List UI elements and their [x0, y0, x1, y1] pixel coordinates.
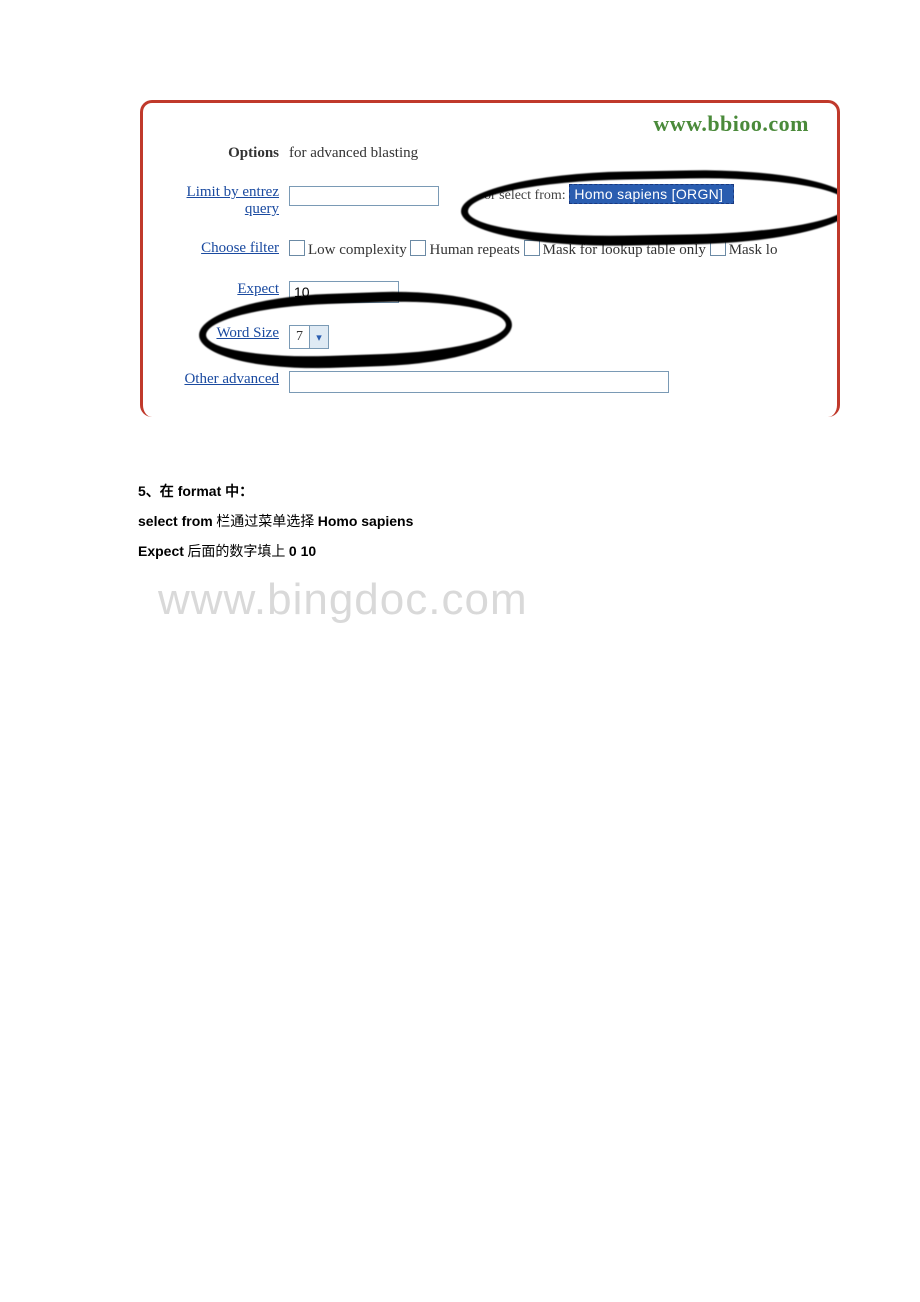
other-advanced-label: Other advanced [157, 371, 289, 388]
select-from-dropdown[interactable]: Homo sapiens [ORGN] [569, 184, 734, 204]
instr1-suffix: 中： [221, 483, 253, 499]
instructions-block: 5、在 format 中： select from 栏通过菜单选择 Homo s… [138, 477, 838, 567]
other-advanced-body [289, 371, 827, 393]
mask-lo-checkbox[interactable] [710, 240, 726, 256]
other-advanced-input[interactable] [289, 371, 669, 393]
limit-entrez-label: Limit by entrez query [157, 184, 289, 218]
options-header: Options [157, 145, 289, 162]
instr1-prefix: 5、在 [138, 483, 178, 499]
wordsize-link[interactable]: Word Size [216, 325, 279, 341]
limit-entrez-link[interactable]: Limit by entrez query [187, 184, 279, 217]
wordsize-value: 7 [290, 329, 309, 345]
instruction-line-1: 5、在 format 中： [138, 477, 838, 507]
mask-lookup-checkbox[interactable] [524, 240, 540, 256]
wordsize-body: 7 ▾ [289, 325, 827, 349]
expect-link[interactable]: Expect [237, 281, 279, 297]
page-watermark: www.bingdoc.com [158, 575, 920, 625]
options-bold: Options [228, 145, 279, 161]
choose-filter-link[interactable]: Choose filter [201, 240, 279, 256]
instr3-value: 0 10 [289, 543, 316, 559]
site-watermark: www.bbioo.com [653, 111, 809, 137]
low-complexity-label: Low complexity [308, 242, 407, 258]
blast-options-box: www.bbioo.com Options for advanced blast… [140, 100, 840, 417]
instruction-line-3: Expect 后面的数字填上 0 10 [138, 537, 838, 567]
mask-lookup-label: Mask for lookup table only [543, 242, 706, 258]
instr2-mid: 栏通过菜单选择 [213, 515, 318, 530]
expect-label-col: Expect [157, 281, 289, 298]
mask-lo-label: Mask lo [729, 242, 778, 258]
choose-filter-label: Choose filter [157, 240, 289, 257]
instr2-select-from: select from [138, 513, 213, 529]
filter-options: Low complexity Human repeats Mask for lo… [289, 240, 827, 259]
human-repeats-label: Human repeats [429, 242, 519, 258]
instr1-format: format [178, 483, 222, 499]
other-advanced-link[interactable]: Other advanced [184, 371, 279, 387]
limit-entrez-body: or select from: Homo sapiens [ORGN] [289, 184, 827, 206]
expect-body [289, 281, 827, 303]
select-from-label: or select from: [484, 188, 566, 203]
instr2-homo: Homo sapiens [318, 513, 414, 529]
instruction-line-2: select from 栏通过菜单选择 Homo sapiens [138, 507, 838, 537]
entrez-query-input[interactable] [289, 186, 439, 206]
wordsize-select[interactable]: 7 ▾ [289, 325, 329, 349]
low-complexity-checkbox[interactable] [289, 240, 305, 256]
instr3-expect: Expect [138, 543, 184, 559]
options-subtitle: for advanced blasting [289, 145, 827, 162]
wordsize-label-col: Word Size [157, 325, 289, 342]
human-repeats-checkbox[interactable] [410, 240, 426, 256]
chevron-down-icon: ▾ [309, 326, 328, 348]
expect-input[interactable] [289, 281, 399, 303]
instr3-mid: 后面的数字填上 [184, 545, 289, 560]
